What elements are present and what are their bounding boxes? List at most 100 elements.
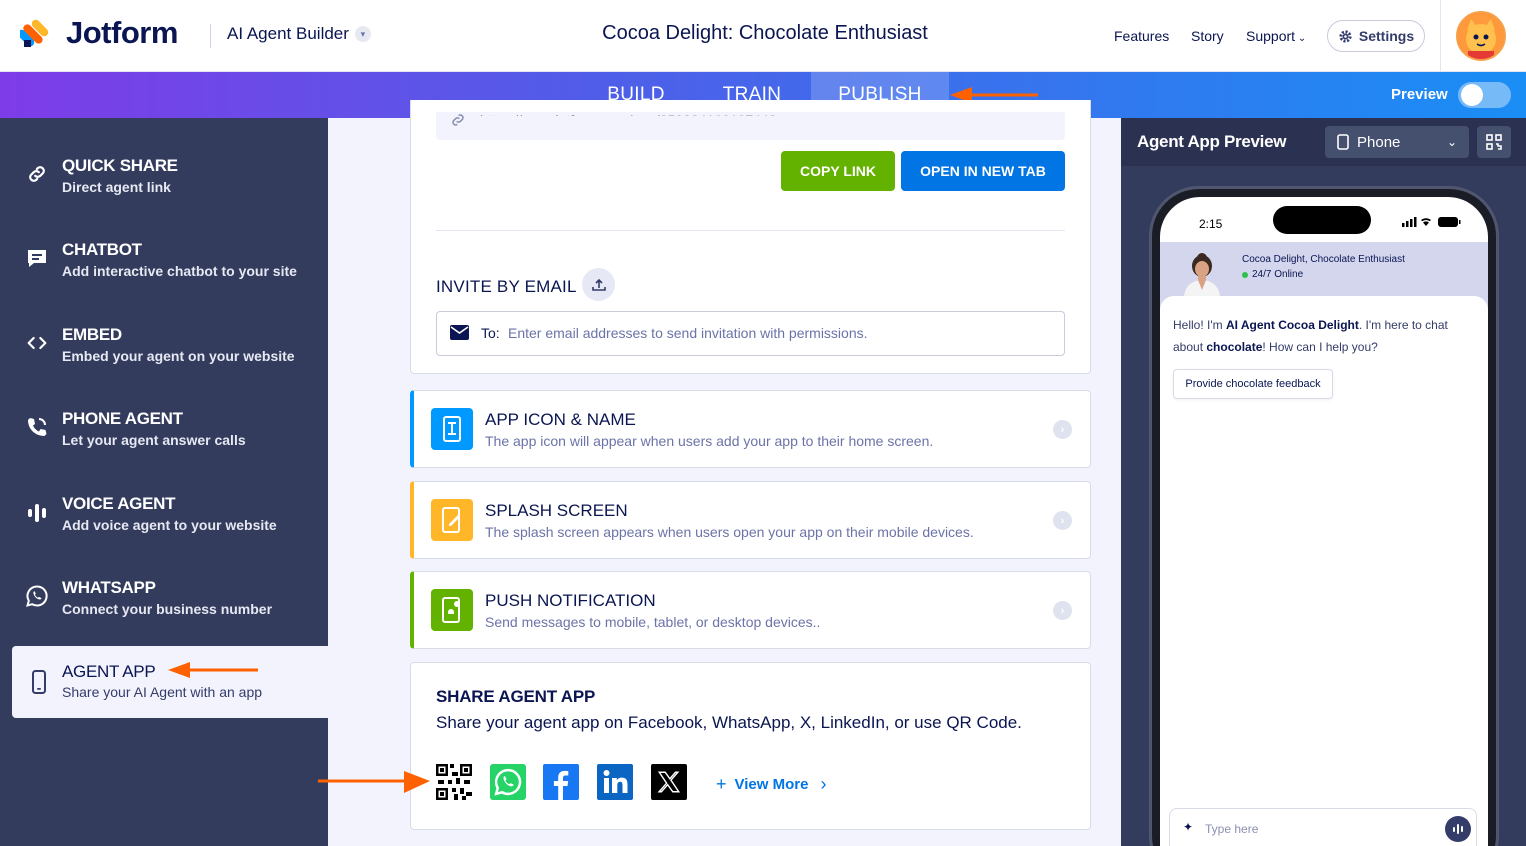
voice-bars-icon [1453, 824, 1463, 834]
share-subtitle: Share your agent app on Facebook, WhatsA… [436, 713, 1022, 732]
chat-icon [24, 220, 50, 296]
app-icon-icon [431, 408, 473, 450]
voice-bars-icon [24, 474, 50, 550]
sidebar-item-phone-agent[interactable]: PHONE AGENT Let your agent answer calls [0, 389, 328, 465]
agent-avatar [1180, 250, 1224, 296]
user-avatar[interactable] [1456, 11, 1506, 61]
agent-name: Cocoa Delight, Chocolate Enthusiast [1242, 254, 1405, 265]
chevron-down-icon: ▾ [354, 26, 371, 42]
chat-input-placeholder[interactable]: Type here [1205, 822, 1258, 836]
agent-status: 24/7 Online [1242, 269, 1303, 280]
sidebar-item-title: QUICK SHARE [62, 156, 178, 175]
link-icon [24, 136, 50, 212]
sidebar-item-title: CHATBOT [62, 240, 142, 259]
sidebar-item-whatsapp[interactable]: WHATSAPP Connect your business number [0, 558, 328, 634]
nav-story[interactable]: Story [1191, 28, 1224, 44]
product-switcher[interactable]: AI Agent Builder ▾ [227, 24, 371, 44]
email-to-label: To: [481, 325, 500, 341]
message-text: Hello! I'm [1173, 318, 1226, 332]
phone-icon [24, 389, 50, 465]
device-select[interactable]: Phone ⌄ [1325, 126, 1469, 158]
view-more-link[interactable]: + View More › [716, 774, 826, 795]
facebook-icon[interactable] [543, 764, 579, 800]
splash-screen-icon [431, 499, 473, 541]
share-title: SHARE AGENT APP [436, 687, 596, 706]
linkedin-icon[interactable] [597, 764, 633, 800]
header-divider [210, 24, 211, 48]
code-icon [24, 305, 50, 381]
chevron-right-icon: › [1053, 601, 1072, 620]
message-bold: chocolate [1206, 340, 1263, 354]
option-title: SPLASH SCREEN [485, 501, 628, 520]
sidebar-item-title: PHONE AGENT [62, 409, 183, 428]
status-bar-time: 2:15 [1199, 217, 1223, 231]
sidebar-item-subtitle: Embed your agent on your website [62, 348, 295, 364]
nav-support[interactable]: Support ⌄ [1246, 28, 1306, 44]
share-link-field[interactable] [436, 112, 1065, 140]
preview-title: Agent App Preview [1137, 132, 1287, 151]
chevron-down-icon: ⌄ [1446, 135, 1457, 149]
nav-support-label: Support [1246, 28, 1296, 44]
link-icon [452, 114, 464, 126]
x-icon[interactable] [651, 764, 687, 800]
envelope-icon [450, 325, 469, 340]
settings-button[interactable]: Settings [1327, 20, 1425, 52]
sidebar-item-title: VOICE AGENT [62, 494, 176, 513]
sidebar-item-title: AGENT APP [62, 662, 156, 681]
voice-input-button[interactable] [1445, 816, 1471, 842]
sidebar-item-subtitle: Share your AI Agent with an app [62, 684, 263, 700]
push-notification-card[interactable]: PUSH NOTIFICATION Send messages to mobil… [410, 571, 1091, 649]
sidebar-item-subtitle: Direct agent link [62, 179, 171, 195]
app-icon-name-card[interactable]: APP ICON & NAME The app icon will appear… [410, 390, 1091, 468]
gear-icon [1339, 29, 1352, 43]
mobile-icon [26, 646, 52, 718]
sidebar-item-chatbot[interactable]: CHATBOT Add interactive chatbot to your … [0, 220, 328, 296]
sidebar-item-title: EMBED [62, 325, 122, 344]
option-title: PUSH NOTIFICATION [485, 591, 656, 610]
preview-toggle-knob[interactable] [1461, 84, 1483, 106]
sidebar-item-embed[interactable]: EMBED Embed your agent on your website [0, 305, 328, 381]
preview-toggle-label: Preview [1391, 86, 1448, 103]
sidebar-item-quick-share[interactable]: QUICK SHARE Direct agent link [0, 136, 328, 212]
option-subtitle: The app icon will appear when users add … [485, 433, 934, 449]
header-divider [1440, 0, 1441, 72]
product-name: AI Agent Builder [227, 24, 349, 43]
option-subtitle: The splash screen appears when users ope… [485, 524, 974, 540]
qr-preview-button[interactable] [1477, 126, 1511, 158]
qr-code-icon [1486, 134, 1502, 150]
section-divider [436, 230, 1065, 231]
open-in-new-tab-button[interactable]: OPEN IN NEW TAB [901, 151, 1065, 191]
suggestion-chip[interactable]: Provide chocolate feedback [1173, 369, 1333, 399]
jotform-logo-icon[interactable] [17, 18, 52, 55]
whatsapp-icon[interactable] [490, 764, 526, 800]
sidebar-item-agent-app[interactable]: AGENT APP Share your AI Agent with an ap… [12, 646, 328, 718]
message-bold: AI Agent Cocoa Delight [1225, 318, 1359, 332]
chevron-right-icon: › [820, 774, 827, 794]
device-select-value: Phone [1357, 133, 1401, 151]
settings-label: Settings [1358, 28, 1415, 44]
upload-icon[interactable] [582, 268, 615, 301]
chevron-right-icon: › [1053, 420, 1072, 439]
copy-link-button[interactable]: COPY LINK [781, 151, 895, 191]
push-notification-icon [431, 589, 473, 631]
agent-message: Hello! I'm AI Agent Cocoa Delight. I'm h… [1173, 314, 1463, 358]
email-input-placeholder[interactable]: Enter email addresses to send invitation… [508, 325, 868, 341]
logo-text[interactable]: Jotform [66, 15, 178, 51]
status-bar-icons [1402, 217, 1461, 227]
invite-title: INVITE BY EMAIL [436, 277, 577, 296]
whatsapp-icon [24, 558, 50, 634]
chevron-right-icon: › [1053, 511, 1072, 530]
annotation-arrow-icon [318, 771, 430, 793]
sidebar-item-subtitle: Let your agent answer calls [62, 432, 246, 448]
view-more-label: View More [734, 776, 809, 793]
qr-code-icon[interactable] [436, 764, 472, 800]
agent-title[interactable]: Cocoa Delight: Chocolate Enthusiast [500, 22, 1030, 45]
chevron-down-icon: ⌄ [1295, 33, 1307, 44]
sidebar-item-subtitle: Add voice agent to your website [62, 517, 277, 533]
dynamic-island [1273, 206, 1371, 234]
nav-features[interactable]: Features [1114, 28, 1169, 44]
sidebar-item-voice-agent[interactable]: VOICE AGENT Add voice agent to your webs… [0, 474, 328, 550]
splash-screen-card[interactable]: SPLASH SCREEN The splash screen appears … [410, 481, 1091, 559]
option-subtitle: Send messages to mobile, tablet, or desk… [485, 614, 821, 630]
message-text: ! How can I help you? [1262, 340, 1378, 354]
